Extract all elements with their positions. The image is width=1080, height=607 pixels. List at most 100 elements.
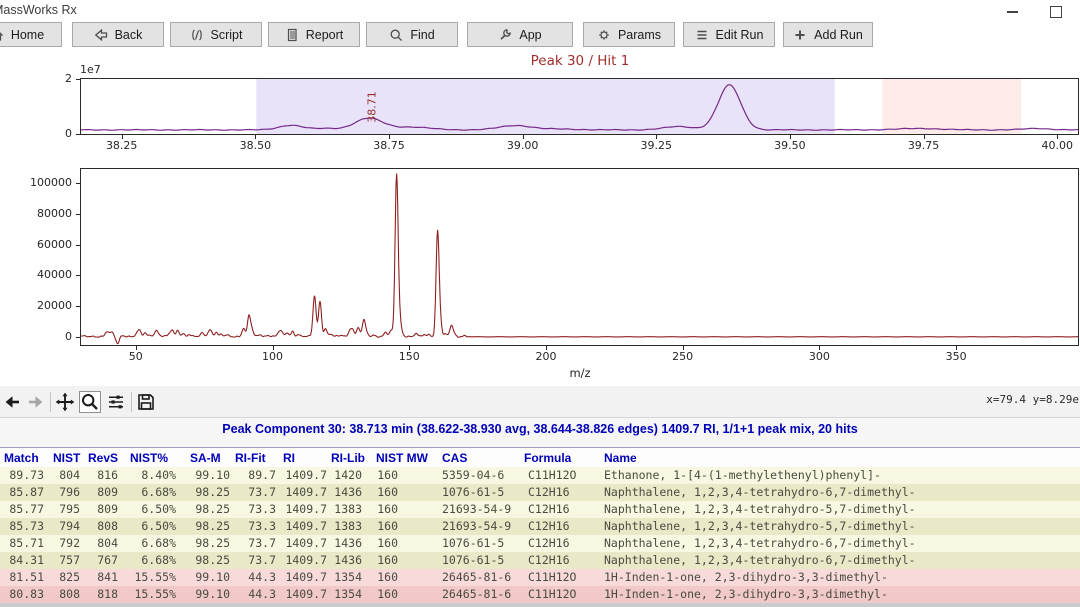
- result-cell: 44.3: [232, 569, 278, 586]
- column-header-nistpct[interactable]: NIST%: [130, 448, 168, 468]
- result-cell: 1383: [329, 518, 364, 535]
- result-cell: 1H-Inden-1-one, 2,3-dihydro-3,3-dimethyl…: [600, 586, 1080, 603]
- column-header-nistmw[interactable]: NIST MW: [376, 448, 428, 468]
- result-row[interactable]: 89.738048168.40%99.1089.71409.7142016053…: [0, 467, 1080, 484]
- forward-arrow-icon[interactable]: [25, 391, 47, 413]
- tick-mark: [76, 337, 80, 338]
- column-header-cas[interactable]: CAS: [442, 448, 467, 468]
- x-tick-label: 350: [936, 350, 976, 363]
- result-cell: 1420: [329, 467, 364, 484]
- result-cell: 99.10: [178, 467, 232, 484]
- result-cell: 21693-54-9: [432, 518, 524, 535]
- tick-mark: [76, 79, 80, 80]
- masworks-window: MassWorks Rx Home Back Script Report Fin…: [0, 0, 1080, 607]
- chromatogram-canvas[interactable]: [80, 78, 1079, 135]
- mass-spectrum-canvas[interactable]: [80, 168, 1079, 346]
- result-row[interactable]: 80.8380881815.55%99.1044.31409.713541602…: [0, 586, 1080, 603]
- result-cell: Ethanone, 1-[4-(1-methylethenyl)phenyl]-: [600, 467, 1080, 484]
- wrench-icon: [498, 28, 512, 42]
- result-cell: 1354: [329, 586, 364, 603]
- toolbar-button-add-run[interactable]: Add Run: [783, 22, 873, 47]
- result-cell: 160: [364, 552, 432, 569]
- column-header-formula[interactable]: Formula: [524, 448, 571, 468]
- toolbar-button-label: Home: [11, 28, 44, 42]
- main-toolbar: Home Back Script Report Find App Params: [0, 20, 1080, 50]
- result-cell: 1354: [329, 569, 364, 586]
- script-icon: [190, 28, 204, 42]
- plus-icon: [793, 28, 807, 42]
- result-cell: 26465-81-6: [432, 586, 524, 603]
- bottom-strip: [0, 603, 1080, 607]
- results-table-header: Match NIST RevS NIST% SA-M RI-Fit RI RI-…: [0, 447, 1080, 467]
- toolbar-button-find[interactable]: Find: [366, 22, 458, 47]
- result-cell: 5359-04-6: [432, 467, 524, 484]
- pan-icon[interactable]: [54, 391, 76, 413]
- result-cell: C11H12O: [524, 569, 600, 586]
- x-tick-label: 38.75: [369, 139, 409, 152]
- chromatogram-title: Peak 30 / Hit 1: [500, 53, 660, 69]
- column-header-nist[interactable]: NIST: [53, 448, 80, 468]
- result-row[interactable]: 85.777958096.50%98.2573.31409.7138316021…: [0, 501, 1080, 518]
- result-cell: 89.7: [232, 467, 278, 484]
- toolbar-button-home[interactable]: Home: [0, 22, 62, 47]
- save-icon[interactable]: [135, 391, 157, 413]
- result-cell: 73.7: [232, 535, 278, 552]
- column-header-match[interactable]: Match: [4, 448, 39, 468]
- result-cell: 8.40%: [120, 467, 178, 484]
- results-table-body: 89.738048168.40%99.1089.71409.7142016053…: [0, 467, 1080, 603]
- result-cell: 809: [82, 501, 120, 518]
- result-cell: 1409.7: [278, 467, 329, 484]
- toolbar-button-back[interactable]: Back: [72, 22, 164, 47]
- results-panel: Peak Component 30: 38.713 min (38.622-38…: [0, 417, 1080, 607]
- chromatogram-plot: Peak 30 / Hit 1 1e7 38.71 38.2538.5038.7…: [0, 50, 1080, 162]
- column-header-revs[interactable]: RevS: [88, 448, 118, 468]
- x-tick-label: 250: [663, 350, 703, 363]
- toolbar-button-edit-run[interactable]: Edit Run: [683, 22, 775, 47]
- toolbar-button-script[interactable]: Script: [170, 22, 262, 47]
- subplots-icon[interactable]: [105, 391, 127, 413]
- y-tick-label: 0: [40, 127, 72, 140]
- column-header-ri[interactable]: RI: [283, 448, 295, 468]
- result-cell: 808: [46, 586, 82, 603]
- result-row[interactable]: 85.877968096.68%98.2573.71409.7143616010…: [0, 484, 1080, 501]
- result-row[interactable]: 81.5182584115.55%99.1044.31409.713541602…: [0, 569, 1080, 586]
- result-cell: 841: [82, 569, 120, 586]
- result-cell: 6.68%: [120, 552, 178, 569]
- column-header-sam[interactable]: SA-M: [190, 448, 221, 468]
- result-cell: 1436: [329, 484, 364, 501]
- column-header-rifit[interactable]: RI-Fit: [235, 448, 266, 468]
- toolbar-separator: [131, 392, 132, 412]
- column-header-name[interactable]: Name: [604, 448, 637, 468]
- x-tick-label: 38.25: [102, 139, 142, 152]
- result-cell: 98.25: [178, 501, 232, 518]
- result-cell: 804: [82, 535, 120, 552]
- result-cell: 84.31: [0, 552, 46, 569]
- toolbar-button-label: Params: [618, 28, 661, 42]
- zoom-icon[interactable]: [79, 391, 101, 413]
- column-header-rilib[interactable]: RI-Lib: [331, 448, 365, 468]
- toolbar-button-app[interactable]: App: [467, 22, 573, 47]
- x-tick-label: 38.50: [235, 139, 275, 152]
- maximize-button[interactable]: [1040, 4, 1070, 18]
- result-cell: 98.25: [178, 552, 232, 569]
- result-cell: 1076-61-5: [432, 552, 524, 569]
- toolbar-button-report[interactable]: Report: [268, 22, 360, 47]
- toolbar-button-params[interactable]: Params: [583, 22, 675, 47]
- result-row[interactable]: 84.317577676.68%98.2573.71409.7143616010…: [0, 552, 1080, 569]
- mass-spectrum-curve: [81, 169, 1078, 345]
- result-cell: 160: [364, 467, 432, 484]
- x-tick-label: 39.00: [503, 139, 543, 152]
- result-cell: 160: [364, 501, 432, 518]
- back-icon: [94, 28, 108, 42]
- result-cell: 1409.7: [278, 518, 329, 535]
- result-row[interactable]: 85.717928046.68%98.2573.71409.7143616010…: [0, 535, 1080, 552]
- window-title: MassWorks Rx: [0, 3, 77, 17]
- back-arrow-icon[interactable]: [1, 391, 23, 413]
- result-cell: 81.51: [0, 569, 46, 586]
- minimize-button[interactable]: [998, 4, 1028, 18]
- result-cell: 1409.7: [278, 484, 329, 501]
- y-tick-label: 0: [18, 330, 72, 343]
- result-cell: 794: [46, 518, 82, 535]
- result-row[interactable]: 85.737948086.50%98.2573.31409.7138316021…: [0, 518, 1080, 535]
- report-icon: [285, 28, 299, 42]
